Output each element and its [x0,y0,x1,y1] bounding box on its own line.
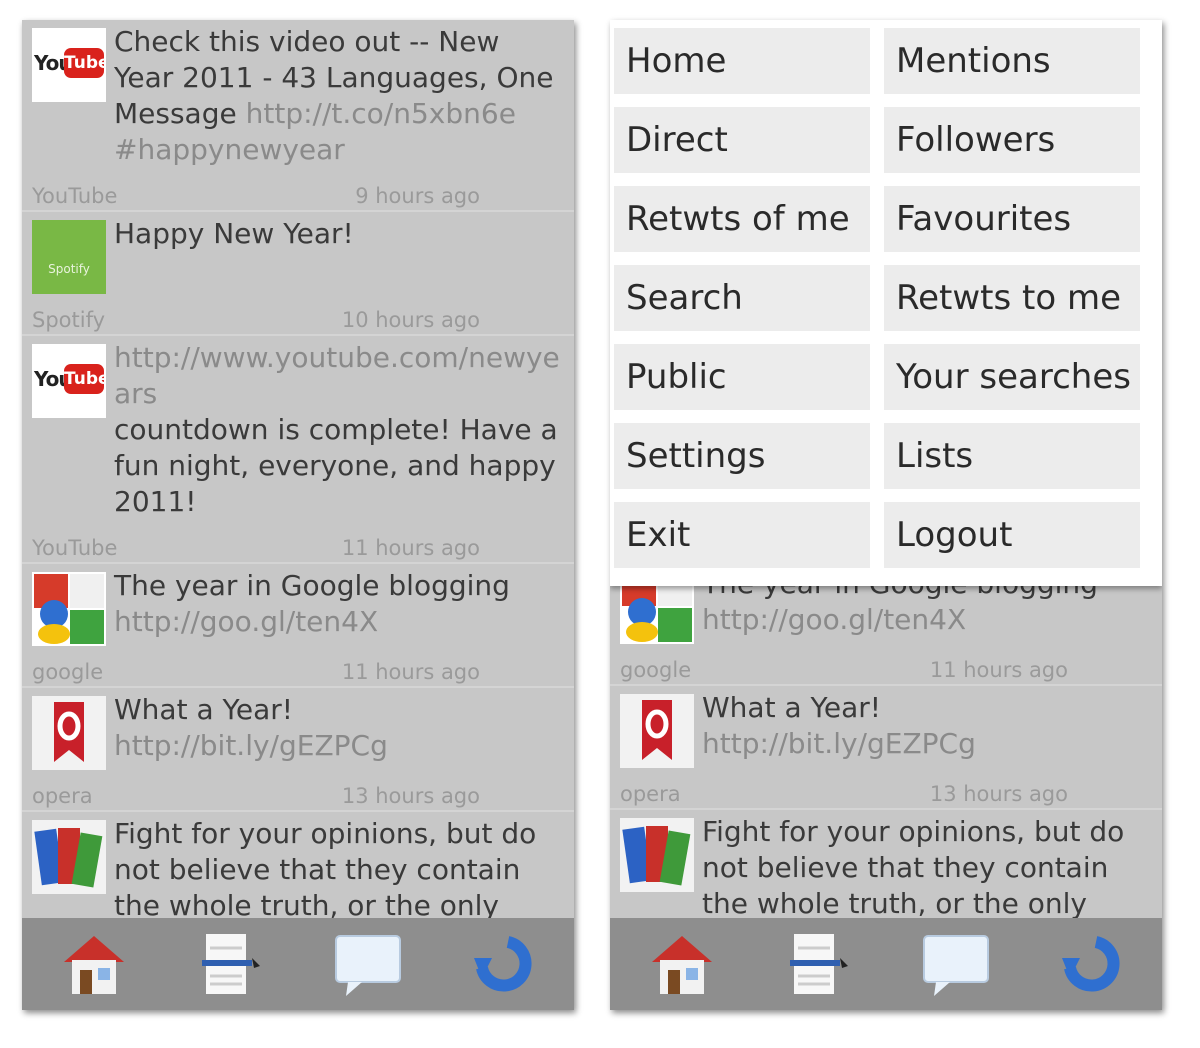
bottom-toolbar [610,918,1162,1010]
tweet-author: YouTube [32,184,118,208]
compose-icon[interactable] [194,928,266,1000]
tweet-author: google [620,658,692,682]
books-icon [32,820,106,894]
tweet-time: 13 hours ago [929,782,1068,806]
tweet-item[interactable]: The year in Google blogginghttp://goo.gl… [22,564,574,688]
home-icon[interactable] [58,928,130,1000]
tweet-time: 11 hours ago [341,536,480,560]
tweet-time: 10 hours ago [341,308,480,332]
tweet-text: What a Year! http://bit.ly/gEZPCg [114,693,388,762]
message-icon[interactable] [920,928,992,1000]
tweet-time: 11 hours ago [929,658,1068,682]
phone-screen-timeline: You Tube Check this video out -- New Year… [22,20,574,1010]
menu-item-settings[interactable]: Settings [614,423,870,489]
bottom-toolbar [22,918,574,1010]
opera-icon [32,696,106,770]
phone-screen-menu: The year in Google blogginghttp://goo.gl… [610,20,1162,1010]
spotify-icon: Spotify [32,220,106,294]
tweet-text: Happy New Year! [114,217,354,250]
menu-item-lists[interactable]: Lists [884,423,1140,489]
menu-item-home[interactable]: Home [614,28,870,94]
tweet-text: What a Year! http://bit.ly/gEZPCg [702,691,976,760]
tweet-text: Fight for your opinions, but do not beli… [114,817,537,922]
tweet-link[interactable]: http://goo.gl/ten4X [114,605,378,638]
tweet-author: Spotify [32,308,106,332]
menu-item-direct[interactable]: Direct [614,107,870,173]
compose-icon[interactable] [782,928,854,1000]
tweet-item[interactable]: What a Year! http://bit.ly/gEZPCg opera 1… [610,686,1162,810]
menu-item-public[interactable]: Public [614,344,870,410]
tweet-item[interactable]: What a Year! http://bit.ly/gEZPCg opera 1… [22,688,574,812]
tweet-text: Check this video out -- New Year 2011 - … [114,25,554,166]
tweet-link[interactable]: http://bit.ly/gEZPCg [114,729,388,762]
menu-item-logout[interactable]: Logout [884,502,1140,568]
tweet-time: 11 hours ago [341,660,480,684]
tweet-feed-background: The year in Google blogginghttp://goo.gl… [610,567,1162,970]
tweet-author: google [32,660,104,684]
tweet-time: 9 hours ago [355,184,480,208]
menu-item-retwts-to-me[interactable]: Retwts to me [884,265,1140,331]
main-menu: Home Mentions Direct Followers Retwts of… [610,20,1162,586]
tweet-author: opera [620,782,681,806]
tweet-feed[interactable]: You Tube Check this video out -- New Year… [22,20,574,972]
youtube-icon: You Tube [32,28,106,102]
message-icon[interactable] [332,928,404,1000]
tweet-text: The year in Google blogginghttp://goo.gl… [114,569,510,638]
tweet-time: 13 hours ago [341,784,480,808]
tweet-item[interactable]: You Tube Check this video out -- New Year… [22,20,574,212]
google-icon [32,572,106,646]
menu-item-exit[interactable]: Exit [614,502,870,568]
tweet-text: Fight for your opinions, but do not beli… [702,815,1125,920]
tweet-author: YouTube [32,536,118,560]
tweet-author: opera [32,784,93,808]
tweet-link[interactable]: http://www.youtube.com/newyears [114,340,566,412]
menu-item-retwts-of-me[interactable]: Retwts of me [614,186,870,252]
books-icon [620,818,694,892]
menu-item-search[interactable]: Search [614,265,870,331]
tweet-item[interactable]: The year in Google blogginghttp://goo.gl… [610,567,1162,686]
menu-item-favourites[interactable]: Favourites [884,186,1140,252]
menu-item-mentions[interactable]: Mentions [884,28,1140,94]
tweet-link[interactable]: http://goo.gl/ten4X [702,603,966,636]
tweet-item[interactable]: Spotify Happy New Year! Spotify 10 hours… [22,212,574,336]
tweet-item[interactable]: You Tube http://www.youtube.com/newyears c… [22,336,574,564]
tweet-text: http://www.youtube.com/newyears countdown… [114,340,566,520]
menu-item-your-searches[interactable]: Your searches [884,344,1140,410]
opera-icon [620,694,694,768]
tweet-link[interactable]: http://bit.ly/gEZPCg [702,727,976,760]
menu-item-followers[interactable]: Followers [884,107,1140,173]
refresh-icon[interactable] [1056,928,1128,1000]
refresh-icon[interactable] [468,928,540,1000]
youtube-icon: You Tube [32,344,106,418]
home-icon[interactable] [646,928,718,1000]
